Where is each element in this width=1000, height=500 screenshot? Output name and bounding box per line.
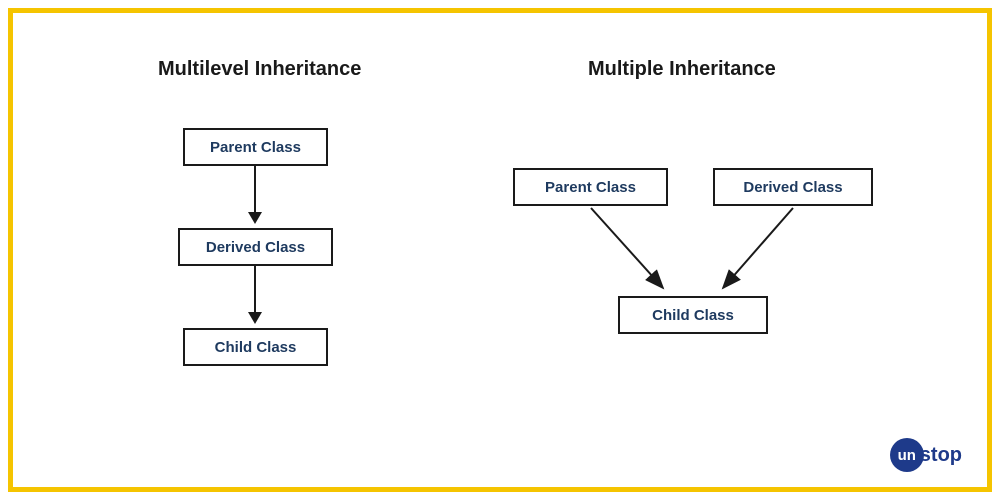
arrow-parent-to-child <box>591 208 663 288</box>
multilevel-title: Multilevel Inheritance <box>158 58 361 81</box>
multilevel-derived-box: Derived Class <box>178 228 333 266</box>
diagram-content: Multilevel Inheritance Parent Class Deri… <box>13 13 987 487</box>
brand-logo-text: stop <box>920 444 962 467</box>
multilevel-derived-label: Derived Class <box>206 239 305 256</box>
multiple-child-label: Child Class <box>652 307 734 324</box>
arrow-derived-to-child <box>723 208 793 288</box>
diagram-frame: Multilevel Inheritance Parent Class Deri… <box>8 8 992 492</box>
multilevel-parent-label: Parent Class <box>210 139 301 156</box>
brand-logo-circle: un <box>890 438 924 472</box>
arrow-head-2 <box>248 312 262 324</box>
brand-logo: un stop <box>890 438 962 472</box>
multiple-child-box: Child Class <box>618 296 768 334</box>
multilevel-parent-box: Parent Class <box>183 128 328 166</box>
multiple-title: Multiple Inheritance <box>588 58 776 81</box>
arrow-head-1 <box>248 212 262 224</box>
arrow-line-1 <box>254 166 256 214</box>
multilevel-child-box: Child Class <box>183 328 328 366</box>
multilevel-child-label: Child Class <box>215 339 297 356</box>
arrow-line-2 <box>254 266 256 314</box>
